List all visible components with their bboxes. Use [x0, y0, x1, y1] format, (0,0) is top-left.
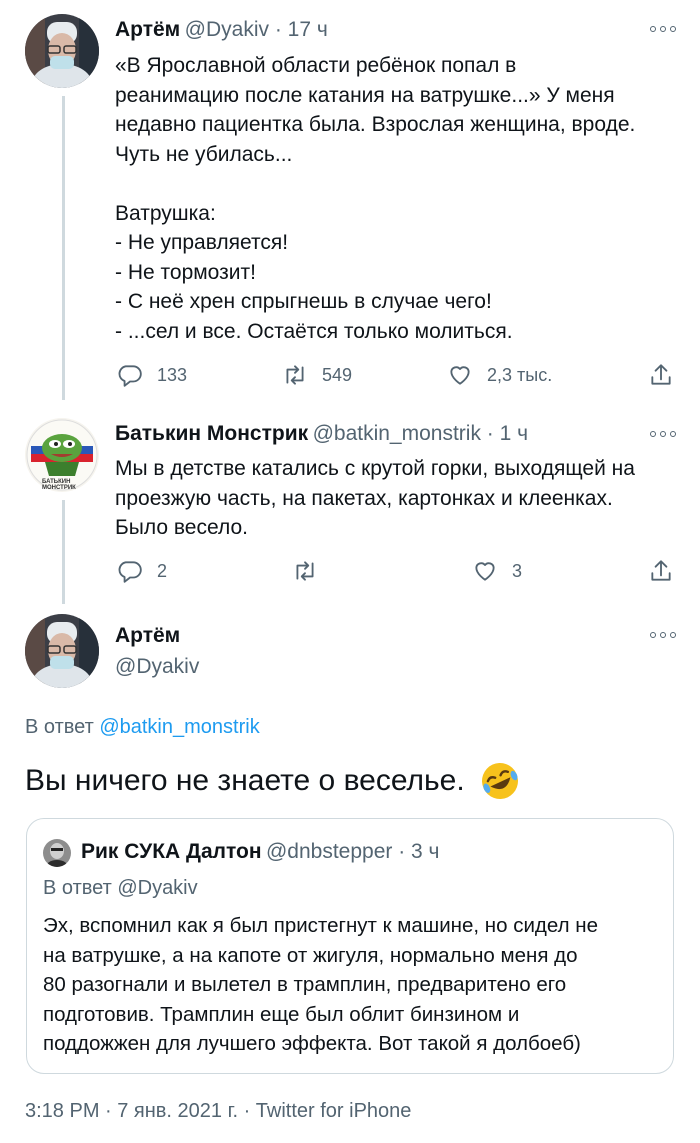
retweet-icon — [296, 561, 314, 581]
quoted-reply-context: В ответ @Dyakiv — [43, 877, 198, 899]
tweet-meta[interactable]: 3:18 PM · 7 янв. 2021 г. · Twitter for i… — [25, 1100, 411, 1123]
reply-button[interactable]: 2 — [117, 556, 167, 586]
avatar-caption: БАТЬКИН МОНСТРИК — [42, 479, 76, 491]
main-tweet-text: Вы ничего не знаете о веселье. — [25, 760, 521, 802]
quoted-avatar[interactable] — [43, 839, 71, 867]
retweet-count: 549 — [322, 364, 353, 385]
more-options-icon[interactable] — [650, 631, 676, 639]
heart-icon — [450, 366, 470, 385]
thread-line — [62, 500, 65, 604]
quoted-tweet[interactable]: Рик СУКА Далтон @dnbstepper · 3 ч В отве… — [26, 818, 674, 1074]
author-name[interactable]: Артём — [115, 18, 180, 41]
more-options-icon[interactable] — [650, 25, 676, 33]
author-handle[interactable]: @Dyakiv — [115, 655, 199, 679]
quoted-author-name[interactable]: Рик СУКА Далтон — [81, 840, 262, 863]
avatar-artem[interactable] — [25, 614, 99, 688]
share-button[interactable] — [648, 556, 674, 586]
reply-context: В ответ @batkin_monstrik — [25, 716, 260, 739]
rofl-emoji-icon — [479, 760, 521, 802]
like-button[interactable]: 3 — [472, 556, 522, 586]
reply-count: 2 — [157, 560, 168, 581]
main-text: Вы ничего не знаете о веселье. — [25, 764, 474, 797]
author-handle[interactable]: @batkin_monstrik · 1 ч — [313, 422, 529, 445]
author-name[interactable]: Артём — [115, 624, 180, 648]
retweet-button[interactable] — [292, 556, 318, 586]
share-button[interactable] — [648, 360, 674, 390]
more-options-icon[interactable] — [650, 430, 676, 438]
tweet-text: Мы в детстве катались с крутой горки, вы… — [115, 457, 635, 539]
share-icon — [651, 364, 671, 385]
tweet-text: «В Ярославной области ребёнок попал в ре… — [115, 54, 636, 343]
author-handle[interactable]: @Dyakiv · 17 ч — [185, 18, 328, 41]
like-button[interactable]: 2,3 тыс. — [447, 360, 552, 390]
avatar-artem[interactable] — [25, 14, 99, 88]
heart-icon — [475, 562, 495, 581]
author-name[interactable]: Батькин Монстрик — [115, 422, 308, 445]
quoted-text: Эх, вспомнил как я был пристегнут к маши… — [43, 914, 598, 1055]
quoted-author-handle[interactable]: @dnbstepper · 3 ч — [266, 840, 440, 863]
reply-button[interactable]: 133 — [117, 360, 187, 390]
reply-icon — [118, 561, 142, 583]
reply-to-link[interactable]: @batkin_monstrik — [99, 716, 259, 738]
like-count: 3 — [512, 560, 523, 581]
share-icon — [651, 560, 671, 581]
reply-icon — [118, 365, 142, 387]
retweet-icon — [286, 365, 304, 385]
thread-line — [62, 96, 65, 400]
reply-prefix: В ответ — [25, 716, 100, 738]
retweet-button[interactable]: 549 — [282, 360, 352, 390]
reply-count: 133 — [157, 364, 188, 385]
like-count: 2,3 тыс. — [487, 364, 553, 385]
